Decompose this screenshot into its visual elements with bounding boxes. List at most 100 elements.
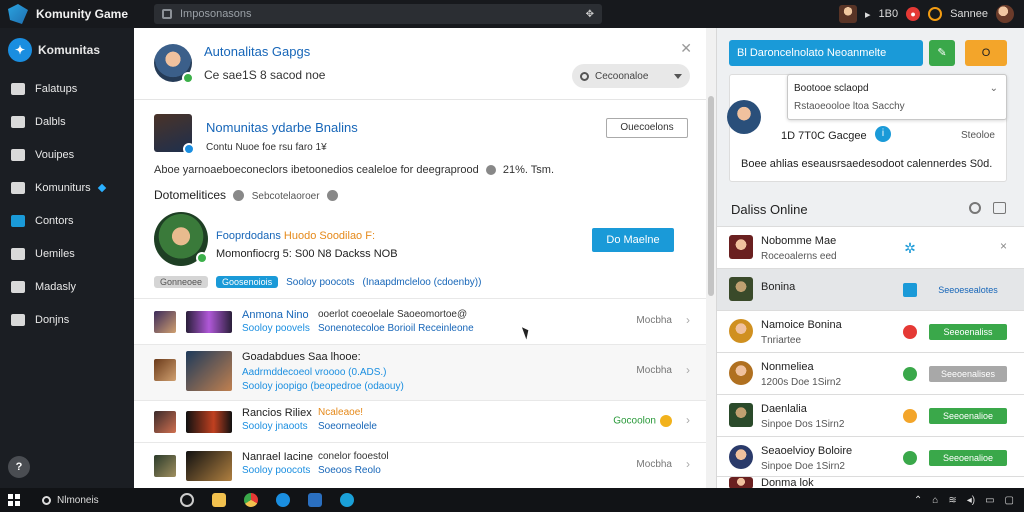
info-icon[interactable]: i: [875, 126, 891, 142]
user-avatar[interactable]: [729, 477, 753, 488]
list-item[interactable]: Nanrael Iacine Sooloy poocots conelor fo…: [134, 442, 706, 488]
app-icon[interactable]: [340, 493, 354, 507]
task-view-icon[interactable]: [180, 493, 194, 507]
tray-chevron-icon[interactable]: ⌃: [914, 495, 922, 506]
card-avatar[interactable]: [727, 100, 761, 134]
item-sub[interactable]: Sooloy jnaoots: [242, 421, 308, 432]
help-icon[interactable]: ?: [8, 456, 30, 478]
online-user-row[interactable]: Seaoelvioy Boloire Sinpoe Doe 1Sirn2 See…: [717, 436, 1024, 478]
info-icon[interactable]: [485, 165, 496, 176]
edge-icon[interactable]: [276, 493, 290, 507]
folder-icon[interactable]: [212, 493, 226, 507]
profile-avatar[interactable]: [838, 5, 857, 23]
online-user-row[interactable]: Nonmeliea 1200s Doe 1Sirn2 Seeoenalises: [717, 352, 1024, 394]
item-name[interactable]: Rancios Riliex: [242, 407, 312, 419]
close-icon[interactable]: ✕: [680, 40, 692, 57]
chevron-down-icon[interactable]: ⌄: [990, 83, 998, 94]
featured-avatar[interactable]: [154, 212, 208, 266]
user-name[interactable]: Namoice Bonina: [761, 319, 842, 331]
user-name[interactable]: Daenlalia: [761, 403, 807, 415]
user-action-button[interactable]: Seeoenalioe: [929, 408, 1007, 424]
gear-icon[interactable]: ✲: [903, 241, 917, 255]
user-action-button[interactable]: Seeoenalioe: [929, 450, 1007, 466]
item-sub-2[interactable]: Sooloy joopigo (beopedroe (odaouy): [242, 381, 404, 392]
sidebar-item-5[interactable]: Contors: [0, 204, 134, 237]
help-icon[interactable]: [233, 190, 245, 202]
notifications-icon[interactable]: ●: [906, 7, 921, 21]
list-item[interactable]: Anmona Nino Sooloy poovels ooerlot coeoe…: [134, 298, 706, 344]
user-avatar[interactable]: [729, 277, 753, 301]
user-name[interactable]: Donma lok: [761, 477, 814, 488]
group-action-button[interactable]: Ouecoelons: [606, 118, 688, 138]
close-icon[interactable]: ×: [1000, 239, 1007, 253]
online-user-row[interactable]: Nobomme Mae Roceoalerns eed ✲ ×: [717, 226, 1024, 268]
orange-action-button[interactable]: O: [965, 40, 1007, 66]
browser-icon[interactable]: [244, 493, 258, 507]
user-name[interactable]: Nobomme Mae: [761, 235, 836, 247]
user-avatar[interactable]: [729, 319, 753, 343]
user-name[interactable]: Bonina: [761, 281, 795, 293]
list-item[interactable]: Rancios Riliex Sooloy jnaoots Ncaleaoe! …: [134, 400, 706, 442]
store-icon[interactable]: [308, 493, 322, 507]
user-name[interactable]: Seaoelvioy Boloire: [761, 445, 852, 457]
search-members-button[interactable]: Bl Daroncelnolato Neoanmelte: [729, 40, 923, 66]
sidebar-item-7[interactable]: Madasly: [0, 270, 134, 303]
sidebar-item-4[interactable]: Komuniturs: [0, 171, 134, 204]
chevron-right-icon[interactable]: ›: [686, 413, 690, 427]
group-title[interactable]: Nomunitas ydarbe Bnalins: [206, 120, 358, 135]
online-user-row[interactable]: Daenlalia Sinpoe Dos 1Sirn2 Seeoenalioe: [717, 394, 1024, 436]
sidebar-item-8[interactable]: Donjns: [0, 303, 134, 336]
network-icon[interactable]: ⌂: [932, 495, 938, 506]
sidebar-item-3[interactable]: Vouipes: [0, 138, 134, 171]
play-icon[interactable]: ▸: [865, 8, 871, 21]
user-action-button[interactable]: Seeoesealotes: [929, 282, 1007, 298]
notifications-icon[interactable]: ▢: [1005, 495, 1014, 506]
tag-text[interactable]: Sooloy poocots: [286, 277, 354, 288]
item-sub[interactable]: Aadrmddecoeol vroooo (0.ADS.): [242, 367, 387, 378]
online-user-row[interactable]: Bonina Seeoesealotes: [717, 268, 1024, 310]
tag-pill[interactable]: Gonneoee: [154, 276, 209, 288]
user-action-button[interactable]: Seeoenalises: [929, 366, 1007, 382]
user-action-button[interactable]: Seeoenaliss: [929, 324, 1007, 340]
global-search-input[interactable]: Imposonasons ✥: [154, 4, 602, 24]
wifi-icon[interactable]: ≋: [948, 495, 956, 506]
user-avatar[interactable]: [729, 445, 753, 469]
suggestion-dropdown[interactable]: Bootooe sclaopd Rstaoeooloe ltoa Sacchy …: [787, 74, 1007, 120]
online-user-row[interactable]: Donma lok: [717, 476, 1024, 488]
windows-start-icon[interactable]: [8, 494, 20, 506]
user-avatar[interactable]: [729, 403, 753, 427]
sidebar-item-2[interactable]: Dalbls: [0, 105, 134, 138]
item-sub[interactable]: Sooloy poocots: [242, 465, 310, 476]
list-item[interactable]: Goadabdues Saa lhooe: Aadrmddecoeol vroo…: [134, 344, 706, 400]
scrollbar-thumb[interactable]: [708, 96, 714, 296]
online-user-row[interactable]: Namoice Bonina Tnriartee Seeoenaliss: [717, 310, 1024, 352]
message-icon[interactable]: [903, 283, 917, 297]
item-name[interactable]: Nanrael Iacine: [242, 451, 313, 463]
clock-icon[interactable]: ▭: [985, 495, 994, 506]
item-name[interactable]: Anmona Nino: [242, 309, 309, 321]
chevron-right-icon[interactable]: ›: [686, 457, 690, 471]
user-avatar[interactable]: [729, 235, 753, 259]
taskbar-search[interactable]: Nlmoneis: [42, 495, 162, 506]
featured-action-button[interactable]: Do Maelne: [592, 228, 674, 252]
chevron-right-icon[interactable]: ›: [686, 363, 690, 377]
sidebar-brand[interactable]: ✦ Komunitas: [0, 28, 134, 72]
community-avatar[interactable]: [154, 44, 194, 84]
item-sub[interactable]: Sooloy poovels: [242, 323, 310, 334]
status-icon[interactable]: [928, 7, 943, 21]
panel-title[interactable]: Autonalitas Gapgs: [204, 44, 310, 59]
user-avatar[interactable]: [729, 361, 753, 385]
group-image[interactable]: [154, 114, 195, 155]
filter-dropdown[interactable]: Cecoonaloe: [572, 64, 690, 88]
user-avatar[interactable]: [996, 5, 1014, 23]
username-text[interactable]: Sannee: [950, 8, 988, 20]
sidebar-item-6[interactable]: Uemiles: [0, 237, 134, 270]
search-options-icon[interactable]: ✥: [586, 9, 594, 20]
volume-icon[interactable]: ◂): [967, 495, 975, 506]
expand-icon[interactable]: [993, 202, 1006, 214]
edit-icon[interactable]: ✎: [929, 40, 955, 66]
user-name[interactable]: Nonmeliea: [761, 361, 814, 373]
info-icon[interactable]: [326, 190, 338, 202]
sidebar-item-1[interactable]: Falatups: [0, 72, 134, 105]
tag-pill-active[interactable]: Goosenoiois: [216, 276, 279, 288]
